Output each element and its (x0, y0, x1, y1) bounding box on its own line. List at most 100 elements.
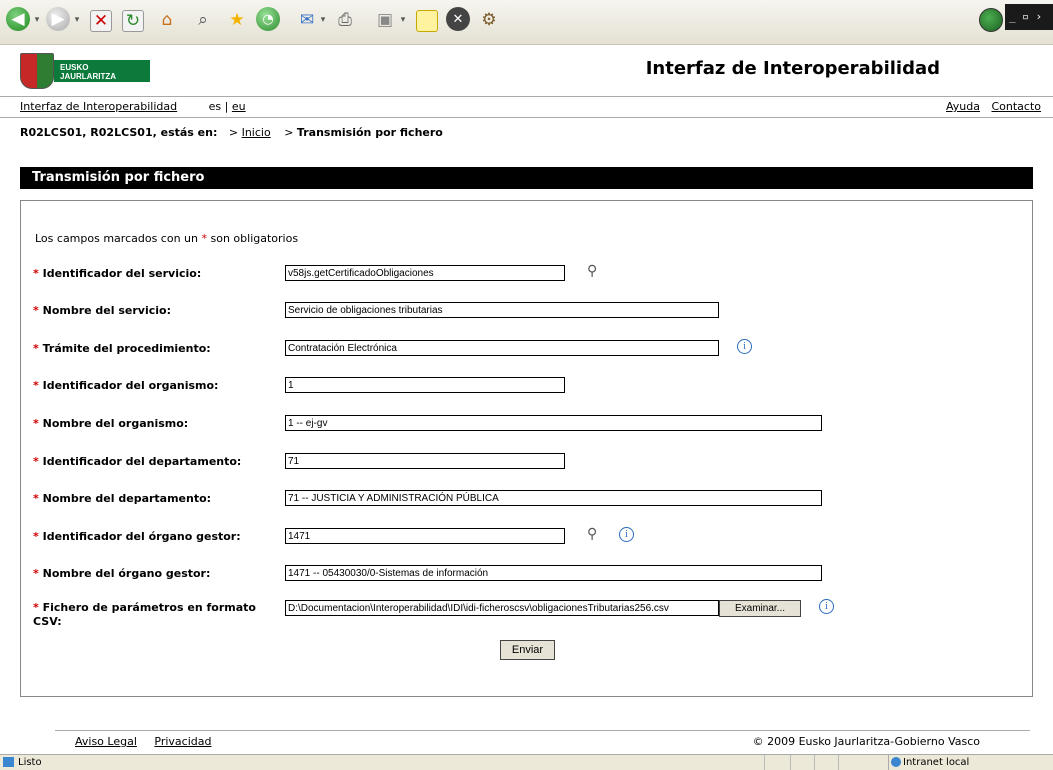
status-bar: Listo Intranet local (0, 754, 1053, 770)
required-star: * (33, 601, 39, 614)
field-row-department-name: * Nombre del departamento: 71 -- JUSTICI… (21, 487, 1032, 509)
legal-link[interactable]: Aviso Legal (75, 735, 137, 748)
page-icon (3, 757, 14, 767)
department-name-input[interactable]: 71 -- JUSTICIA Y ADMINISTRACIÓN PÚBLICA (285, 490, 822, 506)
required-note-text: son obligatorios (210, 232, 299, 245)
organism-name-input[interactable]: 1 -- ej-gv (285, 415, 822, 431)
history-icon[interactable]: ◔ (256, 7, 280, 31)
field-label: * Identificador del órgano gestor: (33, 530, 241, 543)
print-icon[interactable]: ⎙ (332, 7, 358, 33)
field-row-organism-id: * Identificador del organismo: 1 (21, 374, 1032, 396)
status-text: Listo (18, 757, 42, 768)
nav-bar: Interfaz de Interoperabilidad es | eu Ay… (0, 96, 1053, 118)
status-divider (790, 755, 791, 770)
info-icon[interactable]: i (819, 599, 834, 614)
field-label: * Nombre del servicio: (33, 304, 171, 317)
service-name-input[interactable]: Servicio de obligaciones tributarias (285, 302, 719, 318)
page-footer: Aviso Legal Privacidad © 2009 Eusko Jaur… (55, 730, 1030, 752)
field-row-manager-id: * Identificador del órgano gestor: 1471 … (21, 525, 1032, 547)
search-icon[interactable]: ⚲ (587, 525, 597, 543)
nav-left: Interfaz de Interoperabilidad es | eu (20, 100, 246, 113)
favorites-icon[interactable]: ★ (224, 7, 250, 33)
section-title-bar: Transmisión por fichero (20, 167, 1033, 189)
privacy-link[interactable]: Privacidad (154, 735, 211, 748)
status-divider (764, 755, 765, 770)
required-star: * (33, 304, 39, 317)
procedure-input[interactable]: Contratación Electrónica (285, 340, 719, 356)
back-icon[interactable]: ◀ (6, 7, 30, 31)
mail-dropdown-icon[interactable]: ▾ (318, 7, 328, 33)
forward-icon[interactable]: ▶ (46, 7, 70, 31)
manager-id-input[interactable]: 1471 (285, 528, 565, 544)
organism-id-input[interactable]: 1 (285, 377, 565, 393)
field-label: * Nombre del departamento: (33, 492, 212, 505)
required-star: * (33, 530, 39, 543)
required-star: * (33, 567, 39, 580)
breadcrumb-separator: > (284, 126, 294, 139)
breadcrumb-separator: > (228, 126, 239, 139)
field-row-department-id: * Identificador del departamento: 71 (21, 450, 1032, 472)
lang-eu-link[interactable]: eu (232, 100, 246, 113)
breadcrumb-home-link[interactable]: Inicio (242, 126, 271, 139)
info-icon[interactable]: i (737, 339, 752, 354)
copyright: © 2009 Eusko Jaurlaritza-Gobierno Vasco (752, 735, 980, 748)
refresh-icon[interactable]: ↻ (122, 10, 144, 32)
home-icon[interactable]: ⌂ (154, 7, 180, 33)
tools-icon[interactable]: ⚙ (476, 7, 502, 33)
field-label: * Trámite del procedimiento: (33, 342, 211, 355)
field-label: * Nombre del órgano gestor: (33, 567, 211, 580)
back-dropdown-icon[interactable]: ▾ (32, 7, 42, 33)
messenger-icon[interactable] (416, 10, 438, 32)
browse-button[interactable]: Examinar... (719, 600, 801, 617)
logo-line1: EUSKO JAURLARITZA (60, 63, 116, 81)
site-header: EUSKO JAURLARITZA GOBIERNO VASCO Interfa… (0, 44, 1053, 96)
field-row-csv-file: * Fichero de parámetros en formato CSV: … (21, 596, 1032, 630)
home-link[interactable]: Interfaz de Interoperabilidad (20, 100, 177, 113)
manager-name-input[interactable]: 1471 -- 05430030/0-Sistemas de informaci… (285, 565, 822, 581)
forward-dropdown-icon[interactable]: ▾ (72, 7, 82, 33)
required-star: * (33, 342, 39, 355)
field-label: * Nombre del organismo: (33, 417, 189, 430)
search-icon[interactable]: ⌕ (190, 7, 216, 33)
info-icon[interactable]: i (619, 527, 634, 542)
field-row-organism-name: * Nombre del organismo: 1 -- ej-gv (21, 412, 1032, 434)
service-id-input[interactable]: v58js.getCertificadoObligaciones (285, 265, 565, 281)
csv-file-input[interactable]: D:\Documentacion\Interoperabilidad\IDI\i… (285, 600, 719, 616)
security-zone[interactable]: Intranet local (888, 755, 1053, 770)
browser-toolbar: ◀ ▾ ▶ ▾ ✕ ↻ ⌂ ⌕ ★ ◔ ✉ ▾ ⎙ ▣ ▾ ✕ ⚙ _ ▫ › (0, 0, 1053, 45)
footer-links: Aviso Legal Privacidad (75, 735, 225, 748)
required-star: * (33, 492, 39, 505)
breadcrumb-user: R02LCS01, R02LCS01, estás en: (20, 126, 218, 139)
status-divider (838, 755, 839, 770)
transmission-form: Los campos marcados con un * son obligat… (20, 200, 1033, 697)
field-label: * Identificador del departamento: (33, 455, 242, 468)
close-window-icon[interactable]: ✕ (446, 7, 470, 31)
field-row-procedure: * Trámite del procedimiento: Contratació… (21, 337, 1032, 359)
government-logo[interactable]: EUSKO JAURLARITZA GOBIERNO VASCO (20, 53, 150, 90)
required-note: Los campos marcados con un * son obligat… (35, 232, 298, 245)
edit-dropdown-icon[interactable]: ▾ (398, 7, 408, 33)
required-star: * (33, 379, 39, 392)
mail-icon[interactable]: ✉ (294, 7, 320, 33)
status-divider (814, 755, 815, 770)
field-row-manager-name: * Nombre del órgano gestor: 1471 -- 0543… (21, 562, 1032, 584)
field-row-service-id: * Identificador del servicio: v58js.getC… (21, 262, 1032, 284)
breadcrumb-current: Transmisión por fichero (296, 126, 443, 139)
submit-button[interactable]: Enviar (500, 640, 555, 660)
department-id-input[interactable]: 71 (285, 453, 565, 469)
app-title: Interfaz de Interoperabilidad (645, 58, 940, 79)
minimize-restore-icons[interactable]: _ ▫ › (1005, 4, 1053, 30)
search-icon[interactable]: ⚲ (587, 262, 597, 280)
help-link[interactable]: Ayuda (946, 100, 980, 113)
required-star: * (201, 232, 208, 245)
windows-logo-icon (979, 8, 1003, 32)
nav-right: Ayuda Contacto (938, 100, 1041, 113)
breadcrumb: R02LCS01, R02LCS01, estás en: > Inicio >… (20, 126, 443, 139)
required-note-text: Los campos marcados con un (35, 232, 198, 245)
stop-icon[interactable]: ✕ (90, 10, 112, 32)
contact-link[interactable]: Contacto (991, 100, 1041, 113)
lang-es: es (208, 100, 222, 113)
field-row-service-name: * Nombre del servicio: Servicio de oblig… (21, 299, 1032, 321)
logo-line2: GOBIERNO VASCO (60, 81, 134, 90)
edit-icon[interactable]: ▣ (372, 7, 398, 33)
